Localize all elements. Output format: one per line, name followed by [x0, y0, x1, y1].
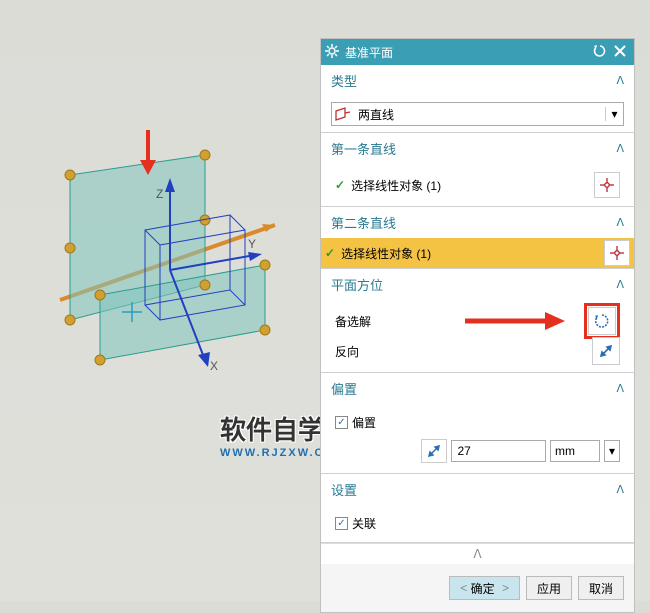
highlight-annotation	[584, 303, 620, 339]
line1-select-row[interactable]: ✓ 选择线性对象 (1)	[331, 170, 624, 200]
dialog-title: 基准平面	[345, 44, 590, 61]
offset-checkbox[interactable]: ✓	[335, 416, 348, 429]
chevron-up-icon: ᐱ	[616, 382, 624, 395]
offset-value-row: 27 mm ▾	[331, 435, 624, 467]
offset-section: 偏置 ᐱ ✓ 偏置 27 mm ▾	[321, 373, 634, 474]
offset-checkbox-row[interactable]: ✓ 偏置	[331, 410, 624, 435]
line2-section: 第二条直线 ᐱ ✓ 选择线性对象 (1)	[321, 207, 634, 269]
two-lines-icon	[332, 107, 354, 121]
associative-checkbox[interactable]: ✓	[335, 517, 348, 530]
svg-text:X: X	[210, 359, 218, 373]
check-icon: ✓	[335, 178, 345, 192]
chevron-up-icon: ᐱ	[616, 483, 624, 496]
chevron-up-icon: ᐱ	[616, 142, 624, 155]
chevron-up-icon[interactable]: ᐱ	[321, 543, 634, 564]
arrow-annotation	[460, 306, 570, 336]
svg-text:Y: Y	[248, 237, 256, 251]
chevron-down-icon: ▾	[605, 107, 623, 121]
reverse-row: 反向	[331, 336, 624, 366]
line1-header[interactable]: 第一条直线 ᐱ	[321, 133, 634, 164]
3d-viewport[interactable]: Z Y X	[0, 0, 320, 601]
check-icon: ✓	[325, 246, 335, 260]
gear-icon	[325, 44, 339, 61]
dialog-footer: < 确定 > 应用 取消	[321, 564, 634, 612]
cancel-button[interactable]: 取消	[578, 576, 624, 600]
offset-unit-dropdown[interactable]: ▾	[604, 440, 620, 462]
line2-header[interactable]: 第二条直线 ᐱ	[321, 207, 634, 238]
settings-section: 设置 ᐱ ✓ 关联	[321, 474, 634, 543]
reverse-button[interactable]	[592, 337, 620, 365]
target-icon-button[interactable]	[604, 240, 630, 266]
line1-section: 第一条直线 ᐱ ✓ 选择线性对象 (1)	[321, 133, 634, 207]
type-header[interactable]: 类型 ᐱ	[321, 65, 634, 96]
svg-text:Z: Z	[156, 187, 163, 201]
chevron-up-icon: ᐱ	[616, 278, 624, 291]
offset-value-input[interactable]: 27	[451, 440, 547, 462]
line2-select-row[interactable]: ✓ 选择线性对象 (1)	[321, 238, 634, 268]
reset-icon[interactable]	[590, 44, 610, 61]
ok-button[interactable]: < 确定 >	[449, 576, 520, 600]
settings-header[interactable]: 设置 ᐱ	[321, 474, 634, 505]
target-icon-button[interactable]	[594, 172, 620, 198]
offset-flip-button[interactable]	[421, 439, 447, 463]
alternate-solution-button[interactable]	[588, 307, 616, 335]
orientation-header[interactable]: 平面方位 ᐱ	[321, 269, 634, 300]
dialog-header[interactable]: 基准平面	[321, 39, 634, 65]
offset-unit-select[interactable]: mm	[550, 440, 600, 462]
type-dropdown[interactable]: 两直线 ▾	[331, 102, 624, 126]
offset-header[interactable]: 偏置 ᐱ	[321, 373, 634, 404]
close-icon[interactable]	[610, 45, 630, 60]
apply-button[interactable]: 应用	[526, 576, 572, 600]
chevron-up-icon: ᐱ	[616, 216, 624, 229]
type-section: 类型 ᐱ 两直线 ▾	[321, 65, 634, 133]
chevron-up-icon: ᐱ	[616, 74, 624, 87]
associative-checkbox-row[interactable]: ✓ 关联	[331, 511, 624, 536]
